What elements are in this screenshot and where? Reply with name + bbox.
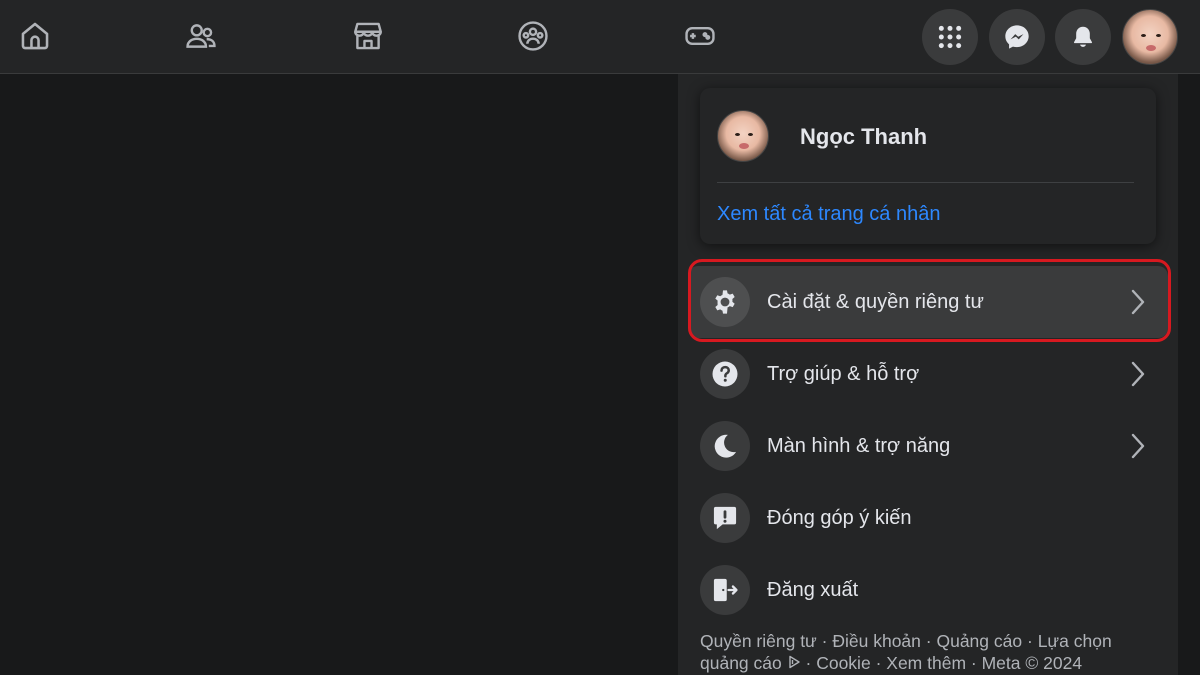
footer-link-more[interactable]: Xem thêm	[886, 653, 966, 673]
profile-name: Ngọc Thanh	[800, 124, 928, 149]
profile-avatar[interactable]	[1122, 9, 1178, 65]
marketplace-icon[interactable]	[348, 16, 388, 56]
gaming-icon[interactable]	[680, 16, 720, 56]
messenger-icon[interactable]	[989, 9, 1045, 65]
adchoices-icon	[787, 653, 806, 673]
footer-link-ads[interactable]: Quảng cáo	[936, 631, 1022, 651]
menu-item-label: Trợ giúp & hỗ trợ	[767, 362, 920, 385]
profile-avatar	[717, 110, 769, 162]
divider	[717, 182, 1134, 183]
gear-icon	[700, 277, 750, 327]
moon-icon	[700, 421, 750, 471]
footer-link-cookie[interactable]: Cookie	[816, 653, 870, 673]
chevron-right-icon	[1126, 289, 1150, 315]
footer-link-privacy[interactable]: Quyền riêng tư	[700, 631, 817, 651]
logout-icon	[700, 565, 750, 615]
footer-separator: ·	[970, 653, 977, 673]
menu-item-label: Màn hình & trợ năng	[767, 434, 951, 457]
menu-item-display-accessibility[interactable]: Màn hình & trợ năng	[688, 410, 1168, 482]
profile-card[interactable]: Ngọc Thanh Xem tất cả trang cá nhân	[700, 88, 1156, 244]
menu-item-label: Cài đặt & quyền riêng tư	[767, 290, 984, 313]
footer-links: Quyền riêng tư · Điều khoản · Quảng cáo …	[700, 630, 1156, 674]
menu-item-give-feedback[interactable]: Đóng góp ý kiến	[688, 482, 1168, 554]
chevron-right-icon	[1126, 433, 1150, 459]
footer-separator: ·	[925, 631, 932, 651]
chevron-right-icon	[1126, 361, 1150, 387]
see-all-profiles-link[interactable]: Xem tất cả trang cá nhân	[717, 203, 940, 226]
feedback-icon	[700, 493, 750, 543]
friends-icon[interactable]	[181, 16, 221, 56]
menu-item-settings-privacy[interactable]: Cài đặt & quyền riêng tư	[688, 266, 1168, 338]
menu-item-label: Đăng xuất	[767, 578, 859, 601]
footer-separator: ·	[875, 653, 882, 673]
footer-separator: ·	[821, 631, 828, 651]
menu-item-label: Đóng góp ý kiến	[767, 506, 912, 529]
menu-grid-icon[interactable]	[922, 9, 978, 65]
footer-separator: ·	[1026, 631, 1033, 651]
help-icon	[700, 349, 750, 399]
footer-separator: ·	[805, 653, 812, 673]
groups-icon[interactable]	[513, 16, 553, 56]
home-icon[interactable]	[15, 16, 55, 56]
menu-item-help-support[interactable]: Trợ giúp & hỗ trợ	[688, 338, 1168, 410]
notifications-icon[interactable]	[1055, 9, 1111, 65]
menu-item-log-out[interactable]: Đăng xuất	[688, 554, 1168, 626]
footer-link-terms[interactable]: Điều khoản	[832, 631, 921, 651]
top-navigation-bar	[0, 0, 1200, 74]
footer-copyright: Meta © 2024	[981, 653, 1083, 673]
account-menu: Ngọc Thanh Xem tất cả trang cá nhân Cài …	[678, 74, 1178, 675]
